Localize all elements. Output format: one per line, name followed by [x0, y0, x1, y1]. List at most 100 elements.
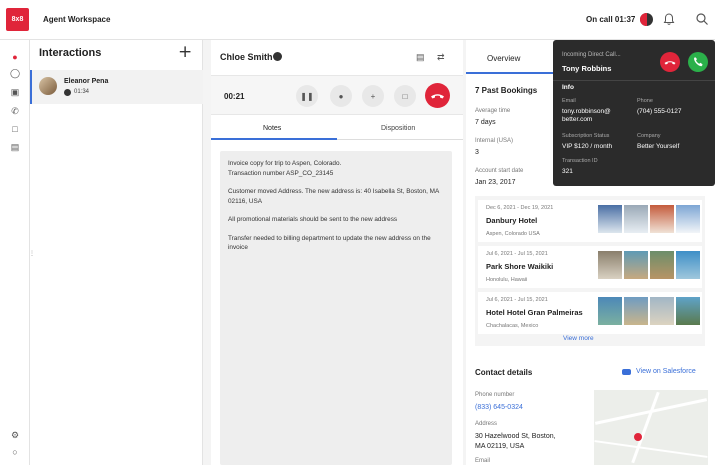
accept-button[interactable]: [688, 52, 708, 72]
left-nav: ● ◯ ▣ ✆ □ ▤ ⚙ ○: [0, 40, 30, 465]
salesforce-icon: [622, 369, 631, 375]
hotel-photo: [650, 205, 674, 233]
call-tabs: Notes Disposition: [211, 118, 463, 140]
resize-handle[interactable]: ⋮: [29, 250, 35, 257]
booking-name: Danbury Hotel: [486, 216, 538, 225]
booking-card[interactable]: Jul 6, 2021 - Jul 15, 2021 Park Shore Wa…: [478, 246, 702, 288]
interactions-panel: Interactions + Eleanor Pena 01:34: [30, 40, 203, 465]
phone-value: (704) 555-0127: [637, 108, 682, 115]
hotel-photo: [650, 297, 674, 325]
bell-icon[interactable]: [662, 12, 676, 26]
booking-location: Aspen, Colorado USA: [486, 231, 540, 237]
email-value: tony.robbinson@ better.com: [562, 108, 611, 123]
hotel-photo: [624, 205, 648, 233]
booking-name: Park Shore Waikiki: [486, 262, 554, 271]
email-label: Email: [475, 458, 491, 464]
incoming-call-popup: Incoming Direct Call... Tony Robbins Inf…: [553, 40, 715, 186]
call-controls: 00:21 ❚❚ ● + □: [211, 75, 463, 115]
hangup-icon: [431, 94, 444, 99]
brand-logo: 8x8: [6, 8, 29, 31]
phone-link[interactable]: (833) 645-0324: [475, 404, 523, 411]
start-date-value: Jan 23, 2017: [475, 179, 516, 186]
company-value: Better Yourself: [637, 143, 680, 150]
avatar: [39, 77, 57, 95]
phone-label: Phone: [637, 98, 653, 104]
booking-dates: Dec 6, 2021 - Dec 19, 2021: [486, 205, 554, 211]
top-bar: 8x8 Agent Workspace On call 01:37: [0, 0, 715, 40]
headset-icon[interactable]: ●: [9, 52, 21, 62]
avg-time-value: 7 days: [475, 119, 496, 126]
oncall-timer[interactable]: On call 01:37: [586, 15, 635, 24]
hotel-photo: [650, 251, 674, 279]
help-icon[interactable]: ○: [9, 447, 21, 457]
mute-button[interactable]: ●: [330, 85, 352, 107]
incoming-label: Incoming Direct Call...: [562, 52, 621, 58]
map-pin-icon: [634, 433, 642, 441]
salesforce-link[interactable]: View on Salesforce: [636, 368, 696, 375]
subscription-label: Subscription Status: [562, 133, 610, 139]
search-icon[interactable]: [695, 12, 709, 26]
hotel-photo: [598, 251, 622, 279]
interactions-title: Interactions: [39, 47, 102, 59]
hotel-photo: [676, 297, 700, 325]
start-date-label: Account start date: [475, 168, 524, 174]
hotel-photo: [624, 251, 648, 279]
incoming-caller: Tony Robbins: [562, 64, 612, 73]
interaction-item[interactable]: Eleanor Pena 01:34: [30, 70, 203, 104]
presence-avatar-icon[interactable]: [640, 13, 653, 26]
hold-button[interactable]: ❚❚: [296, 85, 318, 107]
tab-overview[interactable]: Overview: [487, 54, 520, 63]
contact-title: Contact details: [475, 368, 533, 377]
note-paragraph: All promotional materials should be sent…: [228, 216, 398, 223]
add-participant-button[interactable]: +: [362, 85, 384, 107]
contacts-icon[interactable]: ▤: [9, 142, 21, 152]
note-paragraph: Invoice copy for trip to Aspen, Colorado…: [228, 160, 342, 177]
phone-icon: [694, 57, 703, 67]
address-label: Address: [475, 421, 498, 427]
subscription-value: VIP $120 / month: [562, 143, 613, 150]
bookings-title: 7 Past Bookings: [475, 86, 538, 95]
booking-location: Honolulu, Hawaii: [486, 277, 528, 283]
call-timer: 00:21: [224, 92, 245, 101]
transfer-icon[interactable]: ⇄: [437, 52, 449, 62]
add-interaction-button[interactable]: +: [178, 42, 192, 62]
details-panel-icon[interactable]: ▤: [416, 52, 428, 62]
booking-location: Chachalacas, Mexico: [486, 323, 539, 329]
booking-card[interactable]: Dec 6, 2021 - Dec 19, 2021 Danbury Hotel…: [478, 200, 702, 242]
voicemail-icon[interactable]: ▣: [9, 87, 21, 97]
phone-status-icon: [64, 89, 71, 96]
hotel-photo: [676, 205, 700, 233]
booking-dates: Jul 6, 2021 - Jul 15, 2021: [486, 297, 548, 303]
hangup-button[interactable]: [425, 83, 450, 108]
app-title: Agent Workspace: [43, 15, 111, 24]
notes-textarea[interactable]: Invoice copy for trip to Aspen, Colorado…: [220, 151, 452, 465]
view-more-link[interactable]: View more: [563, 335, 594, 342]
booking-card[interactable]: Jul 6, 2021 - Jul 15, 2021 Hotel Hotel G…: [478, 292, 702, 334]
address-value: 30 Hazelwood St, Boston, MA 02119, USA: [475, 433, 556, 450]
bookings-list: Dec 6, 2021 - Dec 19, 2021 Danbury Hotel…: [475, 196, 705, 346]
transfer-button[interactable]: □: [394, 85, 416, 107]
tab-notes[interactable]: Notes: [263, 125, 281, 132]
interaction-time: 01:34: [74, 89, 90, 95]
folder-icon[interactable]: □: [9, 124, 21, 134]
email-label: Email: [562, 98, 576, 104]
hotel-photo: [624, 297, 648, 325]
internal-value: 3: [475, 149, 479, 156]
booking-name: Hotel Hotel Gran Palmeiras: [486, 308, 583, 317]
transaction-value: 321: [562, 168, 573, 175]
phone-label: Phone number: [475, 392, 515, 398]
phone-status-icon: [273, 52, 282, 61]
internal-label: Internal (USA): [475, 138, 514, 144]
decline-button[interactable]: [660, 52, 680, 72]
map[interactable]: [594, 390, 708, 465]
phone-icon[interactable]: ✆: [9, 106, 21, 116]
tab-disposition[interactable]: Disposition: [381, 125, 415, 132]
transaction-label: Transaction ID: [562, 158, 598, 164]
note-paragraph: Customer moved Address. The new address …: [228, 188, 439, 205]
avg-time-label: Average time: [475, 108, 511, 114]
note-paragraph: Transfer needed to billing department to…: [228, 234, 431, 252]
chat-icon[interactable]: ◯: [9, 68, 21, 78]
hangup-icon: [664, 61, 676, 65]
settings-icon[interactable]: ⚙: [9, 430, 21, 440]
booking-dates: Jul 6, 2021 - Jul 15, 2021: [486, 251, 548, 257]
